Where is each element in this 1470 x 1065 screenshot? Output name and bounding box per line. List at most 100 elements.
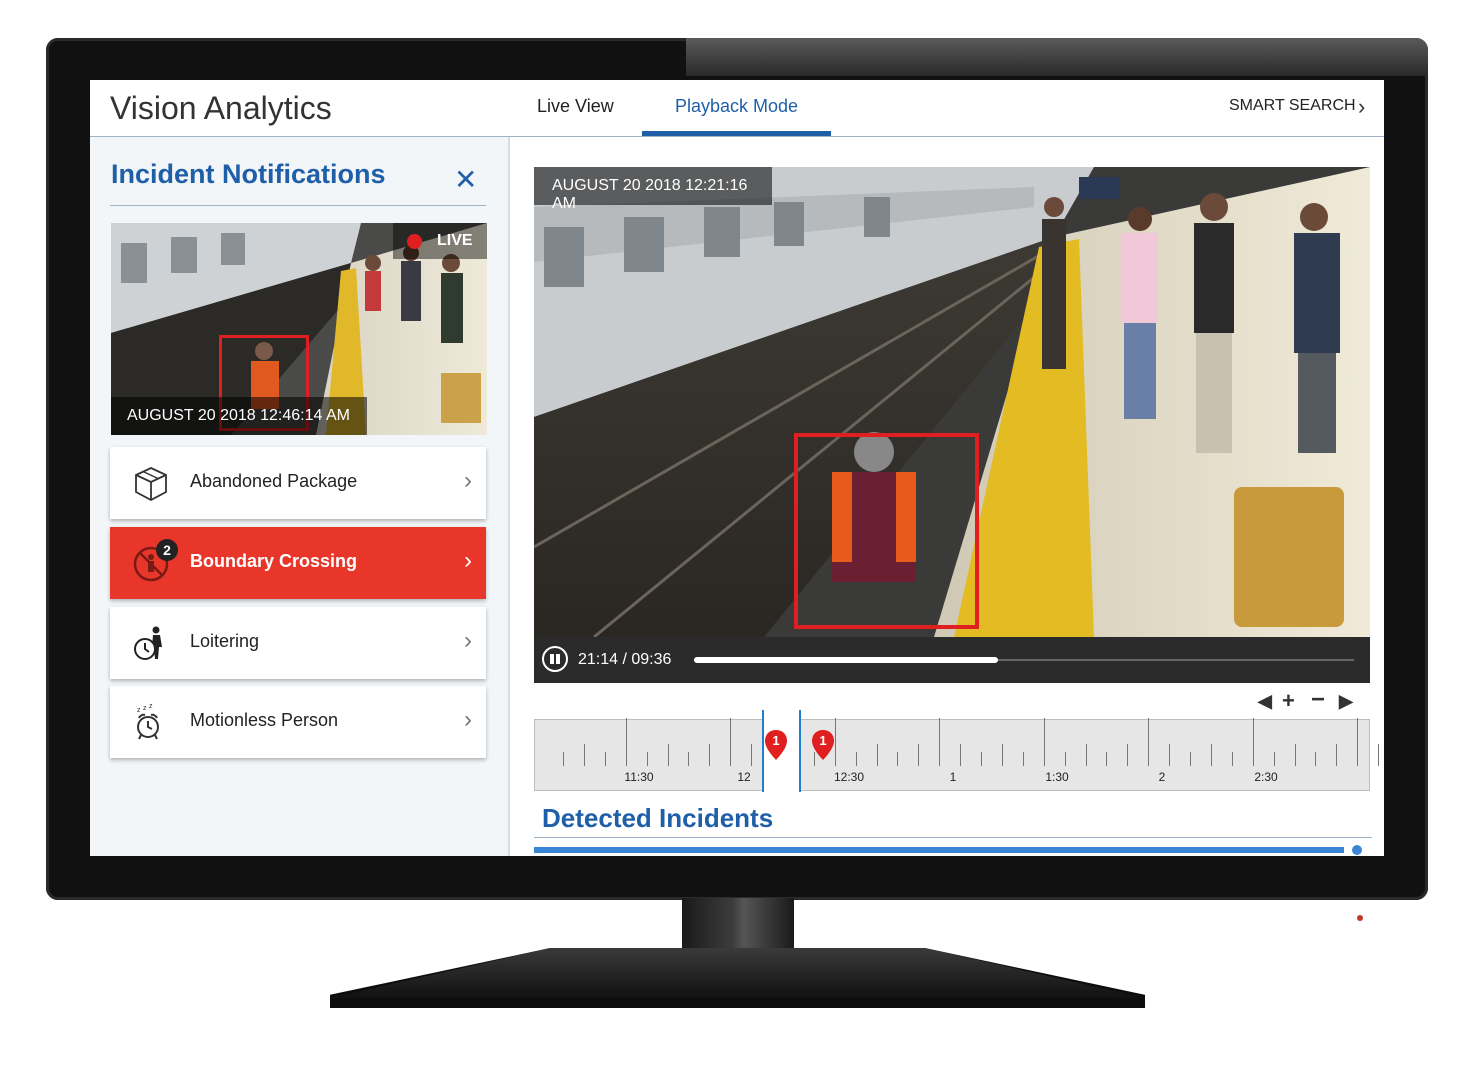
smart-search-link[interactable]: SMART SEARCH [1229, 97, 1356, 115]
sidebar-title: Incident Notifications [111, 159, 386, 189]
close-icon[interactable]: ✕ [454, 163, 477, 196]
scrollbar-handle[interactable] [1352, 845, 1362, 855]
incident-sidebar: Incident Notifications ✕ LIVE AUGUST 20 … [90, 137, 510, 856]
playback-panel: AUGUST 20 2018 12:21:16 AM 21:14 / 09:36… [510, 137, 1384, 856]
incident-item-label: Abandoned Package [190, 471, 358, 491]
timeline-tick-label: 1 [949, 770, 957, 784]
timeline-tick [1169, 744, 1171, 766]
app-title: Vision Analytics [110, 90, 332, 126]
timeline-tick [1273, 752, 1275, 766]
tab-live-view[interactable]: Live View [537, 96, 614, 117]
timeline-tick [1378, 744, 1380, 766]
timeline-tick [604, 752, 606, 766]
timeline-tick [876, 744, 878, 766]
thumbnail-timestamp: AUGUST 20 2018 12:46:14 AM [127, 407, 350, 424]
top-bar: Vision Analytics Live View Playback Mode… [90, 80, 1384, 137]
timeline-tick [1336, 744, 1338, 766]
detected-incidents-title: Detected Incidents [542, 803, 774, 833]
active-tab-indicator [642, 131, 831, 136]
chevron-right-icon: › [464, 547, 472, 574]
timeline-tick [834, 718, 836, 766]
incident-item-boundary-crossing[interactable]: 2 Boundary Crossing › [110, 527, 486, 599]
player-controls: 21:14 / 09:36 [534, 637, 1370, 683]
timeline-tick [688, 752, 690, 766]
incident-item-label: Loitering [190, 631, 260, 651]
progress-bar[interactable] [694, 657, 1354, 663]
detected-incidents-divider [534, 837, 1372, 838]
loitering-person-clock-icon [134, 626, 162, 660]
timeline-tick [1294, 744, 1296, 766]
timeline-tick [1315, 752, 1317, 766]
sleeping-alarm-clock-icon: z z z [137, 704, 159, 740]
video-player[interactable]: AUGUST 20 2018 12:21:16 AM [534, 167, 1370, 637]
incident-marker-pin-icon[interactable]: 1 [812, 730, 834, 760]
timeline-tick [960, 744, 962, 766]
timeline-tick [1022, 752, 1024, 766]
incident-count-badge: 2 [156, 539, 178, 561]
zoom-out-icon[interactable]: − [1311, 686, 1325, 714]
timeline-tick [667, 744, 669, 766]
timeline-tick-label: 12:30 [833, 770, 865, 784]
timeline-tick [1210, 744, 1212, 766]
monitor-gloss [686, 38, 1428, 76]
timeline-next-icon[interactable]: ▶ [1339, 691, 1353, 712]
timeline-tick [1064, 752, 1066, 766]
timeline-tick [646, 752, 648, 766]
zoom-in-icon[interactable]: + [1282, 688, 1295, 714]
incident-marker-label: 1 [772, 733, 779, 748]
svg-text:z: z [149, 704, 153, 710]
timeline-tick [1148, 718, 1150, 766]
incident-item-label: Motionless Person [190, 710, 339, 730]
timeline-tick [918, 744, 920, 766]
timeline-tick-label: 11:30 [624, 770, 654, 784]
timeline-tick [1190, 752, 1191, 766]
timeline-tick [563, 752, 564, 766]
thumbnail-timestamp-bar: AUGUST 20 2018 12:46:14 AM [111, 397, 367, 435]
timeline-prev-icon[interactable]: ◀ [1258, 691, 1272, 712]
pause-icon[interactable] [542, 646, 568, 672]
timeline-tick [583, 744, 585, 766]
timeline-tick [709, 744, 711, 766]
video-timestamp: AUGUST 20 2018 12:21:16 AM [552, 177, 748, 212]
recording-dot-icon [407, 234, 422, 249]
timeline-tick-label: 1:30 [1045, 770, 1069, 784]
monitor-neck [682, 898, 794, 952]
live-label: LIVE [437, 232, 473, 249]
package-icon [135, 467, 167, 502]
tab-playback-mode[interactable]: Playback Mode [675, 96, 798, 117]
timeline-tick-label: 2 [1158, 770, 1166, 784]
timeline-tick [1085, 744, 1087, 766]
live-camera-thumbnail[interactable]: LIVE AUGUST 20 2018 12:46:14 AM [111, 223, 487, 435]
incident-item-loitering[interactable]: Loitering › [110, 607, 486, 679]
timeline-tick-label: 12 [737, 770, 751, 784]
app-screen: Vision Analytics Live View Playback Mode… [90, 80, 1384, 856]
progress-fill [694, 657, 998, 663]
incident-marker-label: 1 [819, 733, 826, 748]
chevron-right-icon[interactable]: › [1358, 94, 1365, 120]
live-indicator: LIVE [393, 223, 487, 259]
sidebar-divider [110, 205, 486, 206]
svg-text:z: z [137, 707, 141, 714]
detection-box [794, 433, 979, 629]
timeline-tick [981, 752, 982, 766]
monitor-base-top [330, 948, 1145, 998]
incident-item-abandoned-package[interactable]: Abandoned Package › [110, 447, 486, 519]
video-timestamp-bar: AUGUST 20 2018 12:21:16 AM [534, 167, 772, 212]
timeline-tick [730, 718, 732, 766]
timeline-tick [1252, 718, 1254, 766]
incident-item-label: Boundary Crossing [190, 551, 358, 571]
incident-marker-pin-icon[interactable]: 1 [765, 730, 787, 760]
timeline-tick [1231, 752, 1233, 766]
svg-text:z: z [143, 705, 147, 712]
detected-incidents-scrollbar[interactable] [534, 847, 1344, 853]
timeline-tick [897, 752, 899, 766]
timeline-tick [1357, 718, 1359, 766]
timeline-tick-label: 2:30 [1254, 770, 1278, 784]
power-led [1357, 915, 1363, 921]
chevron-right-icon: › [464, 467, 472, 494]
incident-item-motionless-person[interactable]: z z z Motionless Person › [110, 686, 486, 758]
incident-timeline[interactable]: 11:30 12 12:30 1 1:30 2 2:30 1 1 [534, 710, 1380, 792]
timeline-tick [751, 744, 753, 766]
timeline-tick [855, 752, 857, 766]
timeline-tick [625, 718, 627, 766]
